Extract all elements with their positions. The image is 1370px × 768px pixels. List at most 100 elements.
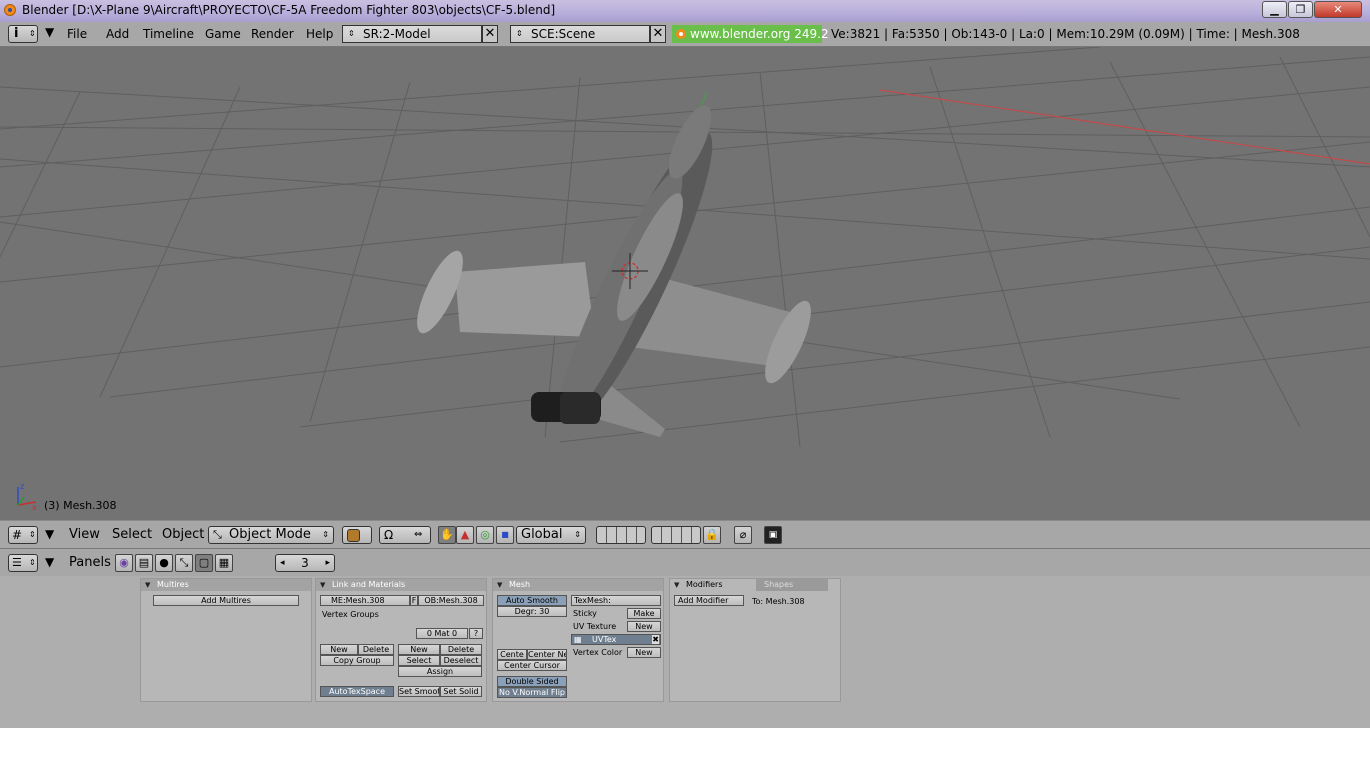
layer-buttons-1[interactable]: [596, 526, 646, 544]
tab-modifiers[interactable]: Modifiers: [686, 580, 723, 589]
material-help-button[interactable]: ?: [469, 628, 483, 639]
smooth-degree-field[interactable]: Degr: 30: [497, 606, 567, 617]
object-mode-icon: ⤡: [213, 528, 222, 541]
scene-browse-field[interactable]: ⇕ SCE:Scene: [510, 25, 650, 43]
editing-context-icon[interactable]: ▢: [195, 554, 213, 572]
collapse-menu-icon[interactable]: ▼: [45, 25, 54, 39]
menu-object[interactable]: Object: [162, 527, 204, 542]
editor-type-select[interactable]: ☰ ⇕: [8, 554, 38, 572]
object-context-icon[interactable]: ⤡: [175, 554, 193, 572]
set-solid-button[interactable]: Set Solid: [440, 686, 482, 697]
object-name-field[interactable]: OB:Mesh.308: [418, 595, 484, 606]
vgroup-delete-button[interactable]: Delete: [358, 644, 394, 655]
menu-game[interactable]: Game: [205, 27, 241, 41]
grid-icon: #: [12, 528, 23, 542]
multires-panel-title[interactable]: Multires: [141, 579, 311, 591]
menu-select[interactable]: Select: [112, 527, 152, 542]
sticky-make-button[interactable]: Make: [627, 608, 661, 619]
rotate-manipulator-icon[interactable]: ◎: [476, 526, 494, 544]
material-new-button[interactable]: New: [398, 644, 440, 655]
shading-context-icon[interactable]: ●: [155, 554, 173, 572]
orientation-select[interactable]: Global ⇕: [516, 526, 586, 544]
maximize-button[interactable]: ❐: [1288, 1, 1313, 18]
centre-button[interactable]: Cente: [497, 649, 527, 660]
menu-help[interactable]: Help: [306, 27, 333, 41]
menu-timeline[interactable]: Timeline: [143, 27, 194, 41]
snap-icon[interactable]: ⌀: [734, 526, 752, 544]
translate-manipulator-icon[interactable]: ▲: [456, 526, 474, 544]
logic-context-icon[interactable]: ◉: [115, 554, 133, 572]
double-sided-toggle[interactable]: Double Sided: [497, 676, 567, 687]
fake-user-toggle[interactable]: F: [410, 595, 418, 606]
material-assign-button[interactable]: Assign: [398, 666, 482, 677]
minimize-button[interactable]: ▁: [1262, 1, 1287, 18]
3d-viewport[interactable]: z x (3) Mesh.308: [0, 47, 1370, 520]
hand-manipulator-icon[interactable]: ✋: [438, 526, 456, 544]
editor-type-select[interactable]: # ⇕: [8, 526, 38, 544]
scale-manipulator-icon[interactable]: ■: [496, 526, 514, 544]
blender-version-label: www.blender.org 249.2: [690, 27, 829, 41]
blender-org-link[interactable]: www.blender.org 249.2: [672, 25, 829, 43]
autotexspace-toggle[interactable]: AutoTexSpace: [320, 686, 394, 697]
mesh-datablock-field[interactable]: ME:Mesh.308: [320, 595, 410, 606]
delete-screen-button[interactable]: ✕: [482, 25, 498, 43]
editor-type-select[interactable]: i ⇕: [8, 25, 38, 43]
uvtex-layer[interactable]: ▦ UVTex ✖: [571, 634, 661, 645]
delete-scene-button[interactable]: ✕: [650, 25, 666, 43]
center-cursor-button[interactable]: Center Cursor: [497, 660, 567, 671]
collapse-menu-icon[interactable]: ▼: [45, 527, 54, 541]
solid-shading-icon: [347, 529, 360, 542]
menu-add[interactable]: Add: [106, 27, 129, 41]
axis-gizmo: z x: [17, 482, 37, 512]
copy-group-button[interactable]: Copy Group: [320, 655, 394, 666]
material-delete-button[interactable]: Delete: [440, 644, 482, 655]
empty-area: [0, 728, 1370, 768]
menu-view[interactable]: View: [69, 527, 100, 542]
frame-number-field[interactable]: ◂ 3 ▸: [275, 554, 335, 572]
info-icon: i: [14, 26, 19, 41]
scene-context-icon[interactable]: ▦: [215, 554, 233, 572]
mode-select-value: Object Mode: [229, 527, 311, 542]
no-vnormal-flip-toggle[interactable]: No V.Normal Flip: [497, 687, 567, 698]
tab-shapes[interactable]: Shapes: [756, 579, 828, 591]
vertex-groups-label: Vertex Groups: [322, 610, 379, 619]
close-icon[interactable]: ✖: [652, 635, 659, 644]
mode-select[interactable]: ⤡ Object Mode ⇕: [208, 526, 334, 544]
draw-type-select[interactable]: [342, 526, 372, 544]
viewport-canvas[interactable]: z x: [0, 47, 1370, 520]
script-context-icon[interactable]: ▤: [135, 554, 153, 572]
lock-layers-icon[interactable]: 🔒: [703, 526, 721, 544]
modifiers-panel: Modifiers Shapes Add Modifier To: Mesh.3…: [669, 578, 841, 702]
texmesh-field[interactable]: TexMesh:: [571, 595, 661, 606]
material-select-button[interactable]: Select: [398, 655, 440, 666]
uv-texture-label: UV Texture: [573, 622, 617, 631]
close-window-button[interactable]: ✕: [1314, 1, 1362, 18]
sticky-label: Sticky: [573, 609, 597, 618]
vgroup-new-button[interactable]: New: [320, 644, 358, 655]
aircraft-mesh[interactable]: [408, 100, 819, 437]
blender-logo-icon: [676, 29, 686, 39]
layer-buttons-2[interactable]: [651, 526, 701, 544]
vertex-color-new-button[interactable]: New: [627, 647, 661, 658]
center-new-button[interactable]: Center Ne: [527, 649, 567, 660]
collapse-menu-icon[interactable]: ▼: [45, 555, 54, 569]
link-materials-panel: Link and Materials ME:Mesh.308 F OB:Mesh…: [315, 578, 487, 702]
set-smooth-button[interactable]: Set Smoot: [398, 686, 440, 697]
uv-texture-new-button[interactable]: New: [627, 621, 661, 632]
add-modifier-button[interactable]: Add Modifier: [674, 595, 744, 606]
material-index-field[interactable]: 0 Mat 0: [416, 628, 468, 639]
render-preview-icon[interactable]: ▣: [764, 526, 782, 544]
mesh-panel-title[interactable]: Mesh: [493, 579, 663, 591]
screen-browse-field[interactable]: ⇕ SR:2-Model: [342, 25, 482, 43]
updown-arrows-icon: ⇕: [29, 530, 36, 539]
updown-arrows-icon: ⇕: [322, 530, 329, 539]
add-multires-button[interactable]: Add Multires: [153, 595, 299, 606]
material-deselect-button[interactable]: Deselect: [440, 655, 482, 666]
3d-view-header: # ⇕ ▼ View Select Object ⤡ Object Mode ⇕…: [0, 520, 1370, 549]
pivot-select[interactable]: Ω ⇔: [379, 526, 431, 544]
updown-arrows-icon: ⇕: [516, 29, 523, 38]
menu-file[interactable]: File: [67, 27, 87, 41]
menu-render[interactable]: Render: [251, 27, 294, 41]
link-materials-panel-title[interactable]: Link and Materials: [316, 579, 486, 591]
auto-smooth-toggle[interactable]: Auto Smooth: [497, 595, 567, 606]
